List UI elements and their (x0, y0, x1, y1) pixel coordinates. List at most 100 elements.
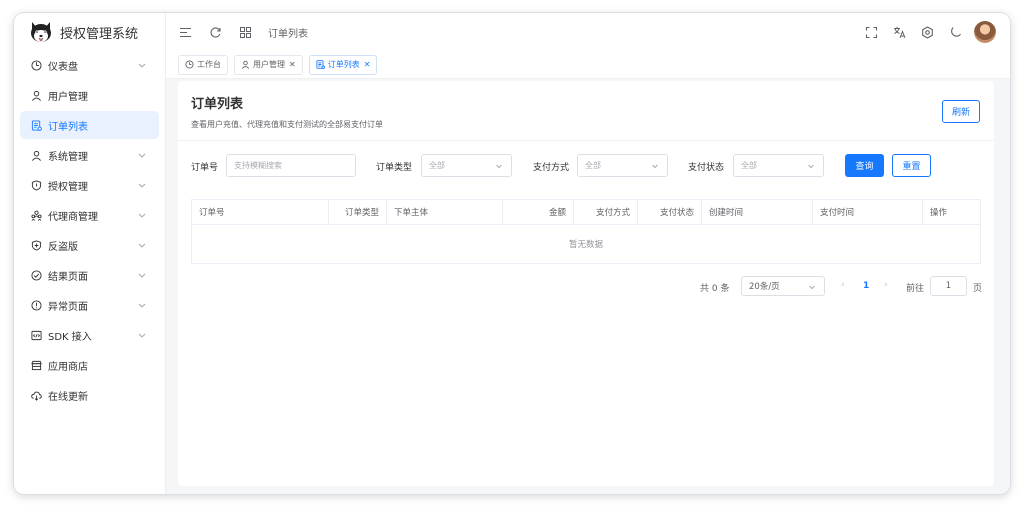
sidebar-item-dashboard[interactable]: 仪表盘 (20, 51, 159, 79)
column-header[interactable]: 支付方式 (574, 200, 638, 224)
column-header[interactable]: 支付状态 (638, 200, 702, 224)
page-title: 订单列表 (191, 97, 244, 112)
tab-orders[interactable]: 订单列表 ✕ (308, 54, 378, 75)
page-description: 查看用户充值、代理充值和支付测试的全部易支付订单 (191, 120, 383, 129)
page-size-select[interactable]: 20条/页 (741, 276, 825, 296)
dashboard-icon (30, 59, 42, 71)
tab-label: 工作台 (197, 60, 221, 69)
topbar-actions (850, 21, 996, 43)
sidebar-item-label: 应用商店 (48, 361, 88, 373)
sidebar-item-store[interactable]: 应用商店 (20, 351, 159, 379)
husky-logo-icon (31, 22, 51, 42)
warning-circle-icon (30, 299, 42, 311)
content-card: 订单列表 查看用户充值、代理充值和支付测试的全部易支付订单 刷新 订单号 支持模… (178, 81, 994, 486)
sidebar-item-label: 用户管理 (48, 91, 88, 103)
fullscreen-icon[interactable] (864, 25, 878, 39)
refresh-button[interactable]: 刷新 (942, 100, 980, 123)
column-header[interactable]: 创建时间 (702, 200, 813, 224)
cloud-download-icon (30, 389, 42, 401)
order-no-label: 订单号 (191, 163, 219, 173)
empty-state: 暂无数据 (568, 240, 603, 250)
prev-page-icon[interactable]: ‹ (841, 280, 845, 290)
settings-icon[interactable] (920, 25, 934, 39)
sidebar-item-system[interactable]: 系统管理 (20, 141, 159, 169)
shield-plus-icon (30, 239, 42, 251)
chevron-down-icon (652, 164, 658, 169)
orders-table: 订单号 订单类型 下单主体 金额 支付方式 支付状态 创建时间 支付时间 操作 … (191, 199, 981, 264)
user-icon (241, 60, 250, 69)
moon-icon[interactable] (948, 25, 962, 39)
chevron-down-icon (808, 164, 814, 169)
sidebar-item-orders[interactable]: 订单列表 (20, 111, 159, 139)
total-count: 共 0 条 (700, 284, 730, 294)
sidebar-item-label: 仪表盘 (48, 61, 78, 73)
user-settings-icon (30, 149, 42, 161)
tab-label: 订单列表 (327, 60, 360, 69)
column-header[interactable]: 订单类型 (329, 200, 387, 224)
column-header[interactable]: 操作 (923, 200, 980, 224)
sidebar-item-sdk[interactable]: SDK 接入 (20, 321, 159, 349)
column-header[interactable]: 下单主体 (387, 200, 503, 224)
column-header[interactable]: 金额 (503, 200, 574, 224)
next-page-icon[interactable]: › (884, 280, 888, 290)
sidebar-item-label: 反盗版 (48, 241, 78, 253)
sidebar-item-agents[interactable]: 代理商管理 (20, 201, 159, 229)
grid-icon[interactable] (238, 25, 252, 39)
column-header[interactable]: 订单号 (192, 200, 329, 224)
page-size-value: 20条/页 (749, 282, 780, 292)
order-type-value: 全部 (429, 161, 445, 170)
sidebar-item-label: 订单列表 (48, 121, 88, 133)
sidebar-item-antipiracy[interactable]: 反盗版 (20, 231, 159, 259)
order-type-select[interactable]: 全部 (421, 154, 512, 177)
pay-method-label: 支付方式 (533, 163, 570, 173)
translate-icon[interactable] (892, 25, 906, 39)
tab-users[interactable]: 用户管理 ✕ (234, 54, 303, 75)
sidebar-item-label: 代理商管理 (48, 211, 98, 223)
pay-status-value: 全部 (741, 161, 757, 170)
chevron-down-icon (138, 273, 146, 278)
pay-status-select[interactable]: 全部 (733, 154, 824, 177)
dashboard-icon (185, 60, 194, 69)
chevron-down-icon (138, 213, 146, 218)
agents-icon (30, 209, 42, 221)
avatar[interactable] (974, 21, 996, 43)
page-suffix: 页 (973, 284, 983, 294)
close-icon[interactable]: ✕ (289, 60, 296, 69)
chevron-down-icon (138, 183, 146, 188)
sidebar-item-users[interactable]: 用户管理 (20, 81, 159, 109)
refresh-icon[interactable] (208, 25, 222, 39)
check-circle-icon (30, 269, 42, 281)
menu-fold-icon[interactable] (178, 25, 192, 39)
chevron-down-icon (138, 303, 146, 308)
sidebar-item-license[interactable]: 授权管理 (20, 171, 159, 199)
chevron-down-icon (809, 285, 815, 290)
shield-icon (30, 179, 42, 191)
chevron-down-icon (138, 63, 146, 68)
breadcrumb[interactable]: 订单列表 (268, 25, 308, 40)
sidebar: 授权管理系统 仪表盘 用户管理 订单列表 系统管理 授权管理 代理商管理 反盗版… (14, 13, 166, 494)
reset-button[interactable]: 重置 (892, 154, 931, 177)
tabs-bar: 工作台 用户管理 ✕ 订单列表 ✕ (166, 51, 1010, 79)
order-list-icon (316, 60, 325, 69)
sidebar-item-update[interactable]: 在线更新 (20, 381, 159, 409)
column-header[interactable]: 支付时间 (813, 200, 923, 224)
topbar: 订单列表 (166, 13, 1010, 51)
search-button[interactable]: 查询 (845, 154, 884, 177)
current-page[interactable]: 1 (863, 281, 869, 291)
chevron-down-icon (138, 243, 146, 248)
app-window: 授权管理系统 仪表盘 用户管理 订单列表 系统管理 授权管理 代理商管理 反盗版… (14, 13, 1010, 494)
sidebar-item-label: 异常页面 (48, 301, 88, 313)
close-icon[interactable]: ✕ (364, 60, 371, 69)
goto-input[interactable]: 1 (930, 276, 967, 296)
pay-method-select[interactable]: 全部 (577, 154, 668, 177)
order-no-input[interactable]: 支持模糊搜索 (226, 154, 356, 177)
tab-workbench[interactable]: 工作台 (178, 54, 228, 75)
sidebar-item-label: 系统管理 (48, 151, 88, 163)
sidebar-item-exception[interactable]: 异常页面 (20, 291, 159, 319)
user-icon (30, 89, 42, 101)
pay-status-label: 支付状态 (688, 163, 725, 173)
sidebar-menu: 仪表盘 用户管理 订单列表 系统管理 授权管理 代理商管理 反盗版 结果页面 异… (14, 51, 165, 409)
logo[interactable]: 授权管理系统 (14, 13, 165, 51)
sidebar-item-result[interactable]: 结果页面 (20, 261, 159, 289)
chevron-down-icon (138, 333, 146, 338)
